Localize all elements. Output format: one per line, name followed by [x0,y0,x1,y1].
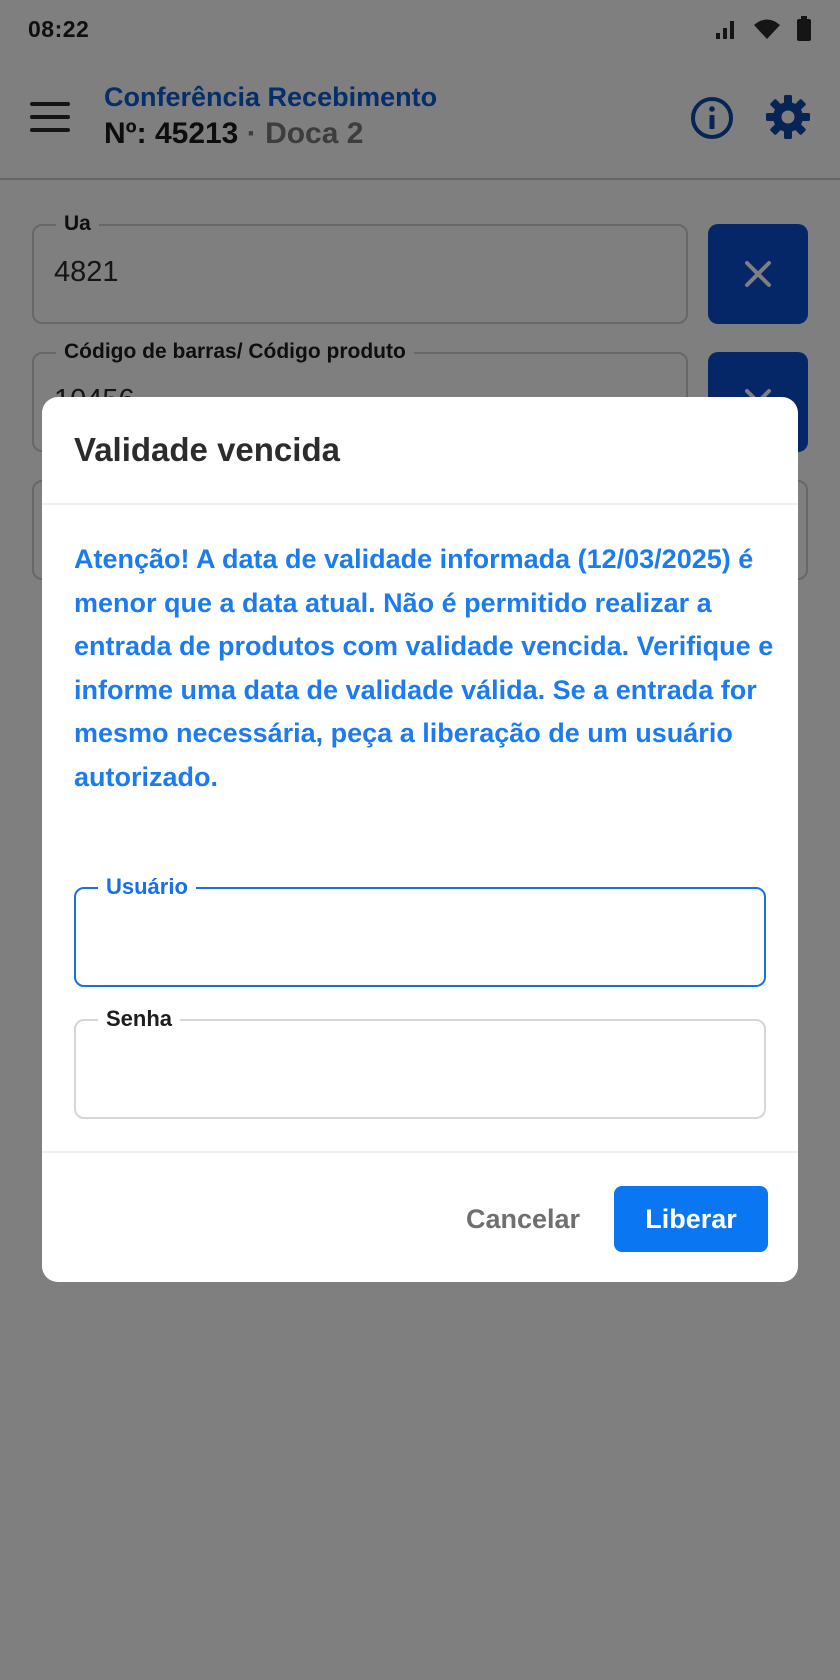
expired-validity-dialog: Validade vencida Atenção! A data de vali… [42,397,798,1282]
password-input[interactable] [96,1045,746,1095]
user-field[interactable]: Usuário [74,873,766,987]
user-input[interactable] [96,913,746,963]
dialog-title: Validade vencida [74,431,340,468]
password-field[interactable]: Senha [74,1005,766,1119]
dialog-footer: Cancelar Liberar [42,1151,798,1282]
password-field-label: Senha [98,1005,181,1033]
dialog-message: Atenção! A data de validade informada (1… [74,544,774,792]
release-button[interactable]: Liberar [614,1186,768,1252]
cancel-button[interactable]: Cancelar [452,1187,594,1251]
dialog-header: Validade vencida [42,397,798,505]
user-field-label: Usuário [98,873,196,901]
